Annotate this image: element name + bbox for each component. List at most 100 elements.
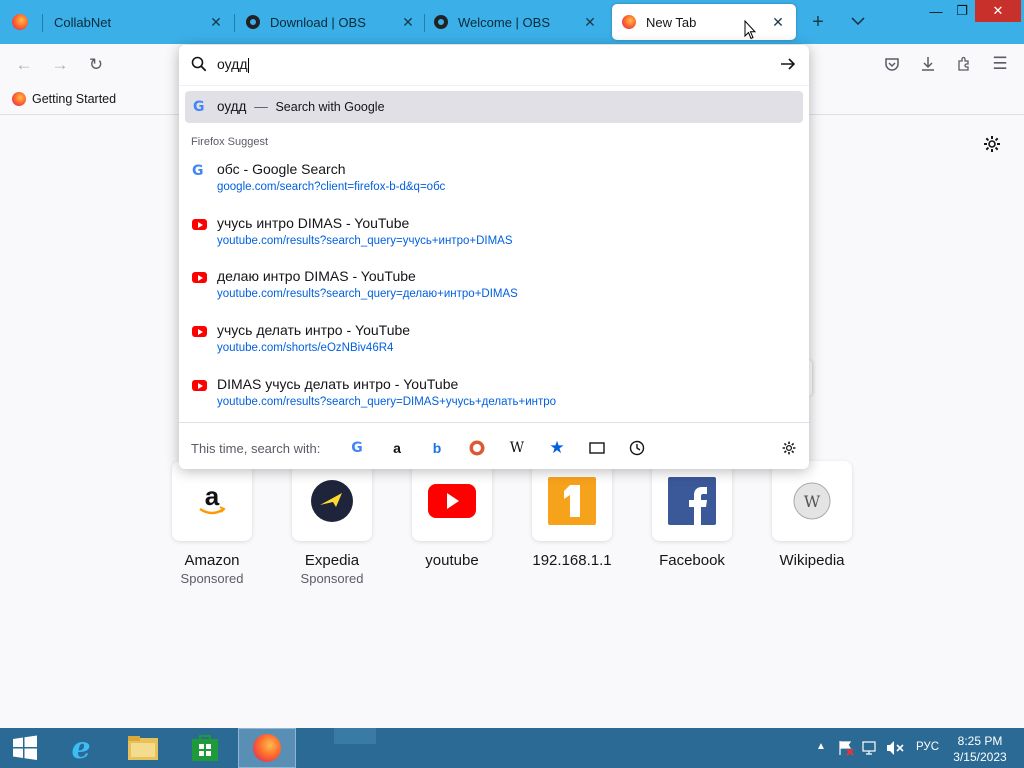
tab-separator xyxy=(42,14,43,32)
taskbar-preview-hint xyxy=(334,728,376,744)
reload-button[interactable]: ↻ xyxy=(82,51,110,79)
tab-welcome-obs[interactable]: Welcome | OBS ✕ xyxy=(424,4,608,40)
firefox-taskbar-button[interactable] xyxy=(238,728,296,768)
suggestion-row[interactable]: DIMAS учусь делать интро - YouTube youtu… xyxy=(185,376,803,412)
top-site-wikipedia[interactable]: W Wikipedia xyxy=(752,461,872,569)
top-site-192-168-1-1[interactable]: 192.168.1.1 xyxy=(512,461,632,569)
chevron-down-icon xyxy=(851,17,865,26)
search-icon xyxy=(191,56,207,75)
youtube-icon xyxy=(192,270,208,286)
window-close-button[interactable]: ✕ xyxy=(975,0,1021,22)
suggestion-row[interactable]: G обс - Google Search google.com/search?… xyxy=(185,161,803,197)
top-site-facebook[interactable]: Facebook xyxy=(632,461,752,569)
close-icon[interactable]: ✕ xyxy=(770,14,786,30)
suggestion-title: делаю интро DIMAS - YouTube xyxy=(217,268,416,284)
firefox-logo-icon[interactable] xyxy=(12,14,28,30)
windows-logo-icon xyxy=(13,735,37,760)
tab-download-obs[interactable]: Download | OBS ✕ xyxy=(236,4,426,40)
top-site-label: Wikipedia xyxy=(779,552,845,569)
bing-icon[interactable]: b xyxy=(427,438,447,458)
suggestion-title: учусь делать интро - YouTube xyxy=(217,322,411,338)
input-language[interactable]: РУС xyxy=(916,741,939,753)
tab-new-tab[interactable]: New Tab ✕ xyxy=(612,4,796,40)
network-icon[interactable] xyxy=(862,740,878,759)
internet-explorer-button[interactable]: e xyxy=(52,728,110,768)
suggestion-title: учусь интро DIMAS - YouTube xyxy=(217,215,410,231)
facebook-icon xyxy=(652,461,732,541)
search-with-google-row[interactable]: G оудд — Search with Google xyxy=(185,91,803,123)
tabs-icon[interactable] xyxy=(587,438,607,458)
svg-text:a: a xyxy=(205,481,220,511)
svg-text:W: W xyxy=(804,492,821,511)
wikipedia-icon: W xyxy=(772,461,852,541)
reload-icon: ↻ xyxy=(88,55,104,74)
suggestion-url: youtube.com/results?search_query=DIMAS+у… xyxy=(217,396,557,408)
search-settings-button[interactable] xyxy=(779,438,799,458)
tab-title: Download | OBS xyxy=(270,14,366,30)
suggestion-url: youtube.com/results?search_query=учусь+и… xyxy=(217,235,513,247)
wikipedia-icon[interactable]: W xyxy=(507,438,527,458)
downloads-button[interactable] xyxy=(914,50,942,78)
gear-icon xyxy=(782,441,796,455)
back-button[interactable]: ← xyxy=(10,51,38,79)
firefox-icon xyxy=(622,15,636,29)
taskbar: e ▲ РУС 8:25 PM 3/15/2023 xyxy=(0,728,1024,768)
youtube-icon xyxy=(192,378,208,394)
close-icon[interactable]: ✕ xyxy=(400,14,416,30)
pocket-button[interactable] xyxy=(878,50,906,78)
internet-explorer-icon: e xyxy=(71,730,91,766)
tab-strip: CollabNet ✕ Download | OBS ✕ Welcome | O… xyxy=(0,0,1024,44)
pocket-icon xyxy=(885,58,899,71)
bookmarks-icon[interactable]: ★ xyxy=(547,438,567,458)
google-icon[interactable]: G xyxy=(347,438,367,458)
tab-separator xyxy=(234,14,235,32)
row-text: оудд — Search with Google xyxy=(217,99,385,114)
download-icon xyxy=(922,57,934,71)
new-tab-button[interactable]: + xyxy=(808,12,828,32)
extensions-button[interactable] xyxy=(950,50,978,78)
url-input-value: оудд xyxy=(217,56,248,72)
volume-muted-icon[interactable] xyxy=(886,740,904,759)
app-menu-button[interactable]: ☰ xyxy=(986,50,1014,78)
folder-icon xyxy=(128,736,158,760)
top-site-youtube[interactable]: youtube xyxy=(392,461,512,569)
action-center-icon[interactable] xyxy=(838,740,854,759)
youtube-icon xyxy=(192,217,208,233)
suggestion-url: youtube.com/results?search_query=делаю+и… xyxy=(217,288,518,300)
url-input[interactable]: оудд xyxy=(217,56,757,73)
suggestion-title: DIMAS учусь делать интро - YouTube xyxy=(217,376,459,392)
search-query: оудд xyxy=(217,99,247,114)
suggestion-row[interactable]: учусь делать интро - YouTube youtube.com… xyxy=(185,322,803,358)
suggestion-url: youtube.com/shorts/eOzNBiv46R4 xyxy=(217,342,394,354)
google-icon: G xyxy=(192,163,204,179)
start-button[interactable] xyxy=(0,728,50,768)
duckduckgo-icon[interactable] xyxy=(467,438,487,458)
close-icon[interactable]: ✕ xyxy=(208,14,224,30)
show-hidden-icons[interactable]: ▲ xyxy=(816,741,826,752)
amazon-icon[interactable]: a xyxy=(387,438,407,458)
list-all-tabs-button[interactable] xyxy=(848,12,868,32)
close-icon[interactable]: ✕ xyxy=(582,14,598,30)
obs-icon xyxy=(434,15,448,29)
bookmark-getting-started[interactable]: Getting Started xyxy=(12,92,116,106)
top-site-expedia[interactable]: Expedia Sponsored xyxy=(272,461,392,586)
file-explorer-button[interactable] xyxy=(114,728,172,768)
arrow-right-icon xyxy=(781,58,796,70)
top-site-label: 192.168.1.1 xyxy=(532,552,612,569)
separator: — xyxy=(254,99,268,114)
settings-button[interactable] xyxy=(982,134,1004,156)
forward-button[interactable]: → xyxy=(46,51,74,79)
store-button[interactable] xyxy=(176,728,234,768)
gear-icon xyxy=(984,136,1000,152)
urlbar-popup: оудд G оудд — Search with Google Firefox… xyxy=(179,45,809,469)
history-icon[interactable] xyxy=(627,438,647,458)
go-button[interactable] xyxy=(779,55,797,73)
suggestion-title: обс - Google Search xyxy=(217,161,346,177)
top-site-amazon[interactable]: a Amazon Sponsored xyxy=(152,461,272,586)
mouse-cursor xyxy=(744,19,757,43)
tab-collabnet[interactable]: CollabNet ✕ xyxy=(44,4,234,40)
clock[interactable]: 8:25 PM 3/15/2023 xyxy=(952,733,1008,765)
suggestion-row[interactable]: учусь интро DIMAS - YouTube youtube.com/… xyxy=(185,215,803,251)
suggestion-row[interactable]: делаю интро DIMAS - YouTube youtube.com/… xyxy=(185,268,803,304)
tab-title: Welcome | OBS xyxy=(458,14,550,30)
